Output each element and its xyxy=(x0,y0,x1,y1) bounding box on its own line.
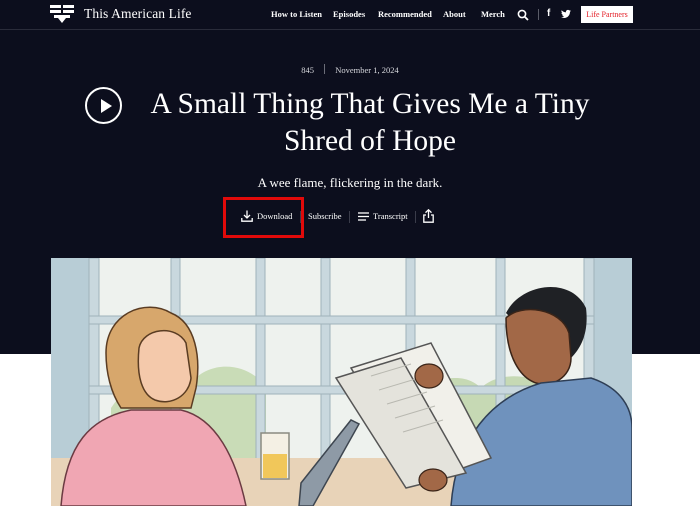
action-divider xyxy=(349,211,350,223)
episode-subtitle: A wee flame, flickering in the dark. xyxy=(257,175,443,190)
share-icon[interactable] xyxy=(423,209,434,223)
episode-date: November 1, 2024 xyxy=(335,65,399,75)
site-logo-icon[interactable] xyxy=(50,5,74,24)
episode-title-line-2: Shred of Hope xyxy=(283,125,457,157)
nav-how-to-listen[interactable]: How to Listen xyxy=(271,9,322,19)
download-highlight-box xyxy=(223,197,304,238)
nav-about[interactable]: About xyxy=(443,9,466,19)
action-divider xyxy=(300,211,301,223)
play-button[interactable] xyxy=(85,87,122,124)
episode-title: A Small Thing That Gives Me a Tiny Shred… xyxy=(120,86,620,160)
episode-number: 845 xyxy=(301,65,314,75)
episode-title-line-1: A Small Thing That Gives Me a Tiny xyxy=(150,88,590,120)
nav-divider xyxy=(538,9,539,20)
life-partners-button[interactable]: Life Partners xyxy=(581,6,633,23)
search-icon[interactable] xyxy=(517,9,529,21)
play-icon xyxy=(101,99,112,113)
nav-merch[interactable]: Merch xyxy=(481,9,505,19)
nav-episodes[interactable]: Episodes xyxy=(333,9,365,19)
twitter-icon[interactable] xyxy=(561,9,571,19)
transcript-icon[interactable] xyxy=(358,212,369,221)
top-navigation: This American Life How to Listen Episode… xyxy=(0,0,700,30)
action-divider xyxy=(415,211,416,223)
site-brand[interactable]: This American Life xyxy=(84,6,192,22)
meta-divider xyxy=(324,64,326,74)
transcript-button[interactable]: Transcript xyxy=(373,211,408,221)
episode-meta: 845 November 1, 2024 xyxy=(0,64,700,75)
subscribe-button[interactable]: Subscribe xyxy=(308,211,342,221)
episode-illustration xyxy=(51,258,632,506)
facebook-icon[interactable]: f xyxy=(547,8,550,19)
nav-recommended[interactable]: Recommended xyxy=(378,9,432,19)
